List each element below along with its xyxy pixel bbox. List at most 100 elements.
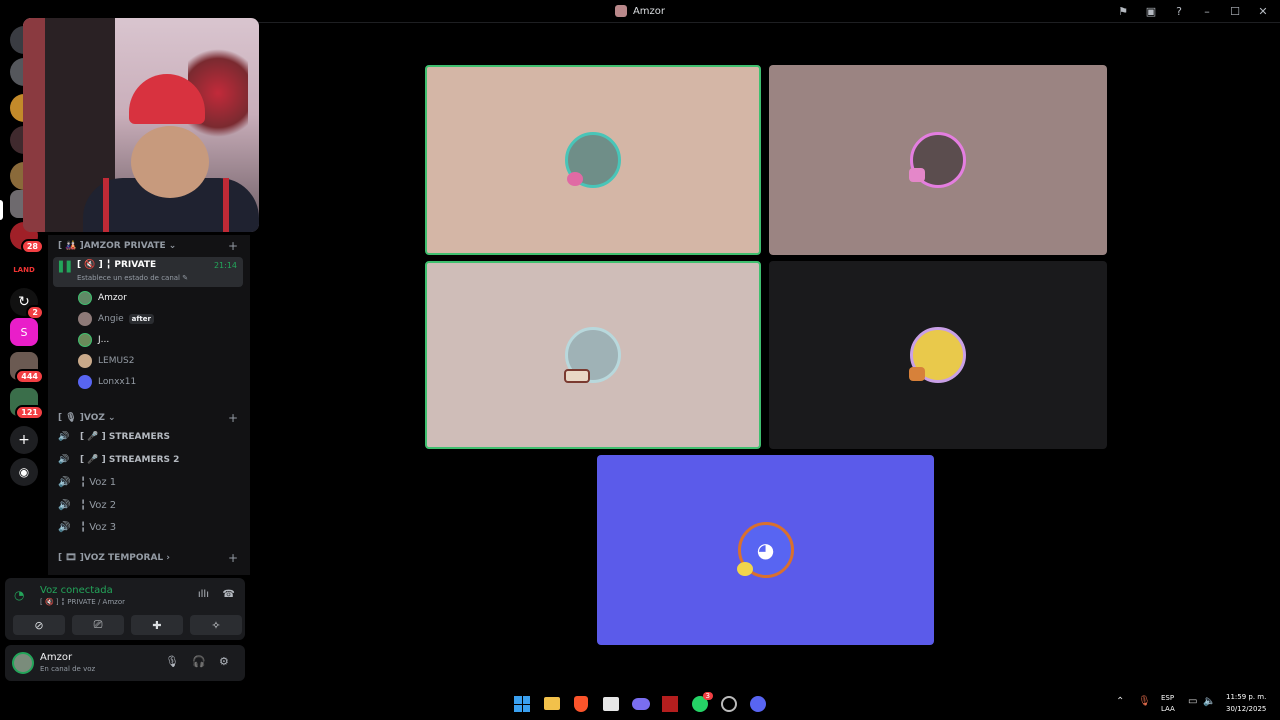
- speaker-icon: 🔊: [58, 476, 71, 488]
- server-icon-land[interactable]: LAND: [10, 256, 38, 284]
- avatar-decoration: [567, 172, 583, 186]
- app-icon[interactable]: [662, 696, 678, 712]
- avatar-decoration: [737, 562, 753, 576]
- avatar: [78, 291, 92, 305]
- soundboard-button[interactable]: ✧: [190, 615, 242, 635]
- voice-channel-streamers-2[interactable]: 🔊 [ 🎤 ] STREAMERS 2: [58, 451, 179, 469]
- channel-name: [ 🎤 ] STREAMERS 2: [80, 455, 180, 465]
- mention-badge: 121: [15, 405, 44, 420]
- inbox-icon[interactable]: ▣: [1144, 5, 1158, 18]
- voice-member[interactable]: Lonxx11: [78, 373, 136, 391]
- settings-gear-icon[interactable]: ⚙: [219, 655, 229, 668]
- volume-icon[interactable]: 🔈: [1203, 696, 1215, 707]
- header-divider: [250, 22, 1280, 23]
- voice-member[interactable]: J...: [78, 331, 109, 349]
- app-icon[interactable]: [721, 696, 737, 712]
- clock-time[interactable]: 11:59 p. m.: [1226, 693, 1266, 701]
- brave-browser-icon[interactable]: [574, 696, 588, 712]
- server-folder[interactable]: 121: [10, 388, 44, 420]
- windows-start-icon[interactable]: [514, 696, 530, 712]
- cam-stripe: [103, 178, 109, 232]
- speaker-icon: 🔊: [58, 499, 71, 511]
- participant-tile[interactable]: ◕: [597, 455, 934, 645]
- add-channel-icon[interactable]: +: [228, 551, 238, 565]
- participant-tile[interactable]: [769, 65, 1107, 255]
- user-panel: Amzor En canal de voz 🎙 🎧 ⚙: [5, 645, 245, 681]
- voice-channel-voz-3[interactable]: 🔊 ╏ Voz 3: [58, 518, 116, 536]
- flag-icon[interactable]: ⚑: [1116, 5, 1130, 18]
- voice-channel-voz-1[interactable]: 🔊 ╏ Voz 1: [58, 473, 116, 491]
- notification-badge: 3: [702, 692, 713, 700]
- category-private[interactable]: [ 🎎 ]AMZOR PRIVATE ⌄ +: [58, 238, 244, 254]
- avatar-decoration: [564, 369, 590, 383]
- member-name: Angie: [98, 314, 124, 324]
- member-name: Lonxx11: [98, 377, 137, 387]
- channel-private-active[interactable]: ▌▌ [ 🔇 ] ╏ PRIVATE 21:14 Establece un es…: [53, 257, 243, 287]
- category-label: [ 🎙 ]VOZ ⌄: [58, 413, 116, 423]
- voice-member[interactable]: Amzor: [78, 289, 127, 307]
- voice-status-channel[interactable]: [ 🔇 ] ╏ PRIVATE / Amzor: [40, 598, 125, 606]
- add-channel-icon[interactable]: +: [228, 239, 238, 253]
- add-channel-icon[interactable]: +: [228, 411, 238, 425]
- participant-tile[interactable]: [425, 65, 761, 255]
- help-icon[interactable]: ?: [1172, 5, 1186, 18]
- server-icon-s[interactable]: S: [10, 318, 38, 346]
- server-icon[interactable]: ↻ 2: [10, 288, 44, 320]
- camera-off-icon: ⊘: [34, 618, 44, 632]
- webcam-preview[interactable]: [23, 18, 259, 232]
- channel-name: ╏ Voz 3: [80, 521, 117, 533]
- voice-member[interactable]: LEMUS2: [78, 352, 135, 370]
- add-server-icon[interactable]: +: [10, 426, 38, 454]
- file-explorer-icon[interactable]: [544, 697, 560, 710]
- mention-badge: 444: [15, 369, 44, 384]
- discord-taskbar-icon[interactable]: [750, 696, 766, 712]
- voice-member[interactable]: Angie after: [78, 310, 154, 328]
- gaming-app-icon[interactable]: [632, 698, 650, 710]
- user-status: En canal de voz: [40, 665, 96, 673]
- network-icon[interactable]: ▭: [1188, 696, 1197, 707]
- disconnect-icon[interactable]: ☎: [223, 589, 235, 600]
- channel-status[interactable]: Establece un estado de canal ✎: [77, 274, 188, 282]
- activities-button[interactable]: ✚: [131, 615, 183, 635]
- voice-channel-voz-2[interactable]: 🔊 ╏ Voz 2: [58, 496, 116, 514]
- minimize-button[interactable]: –: [1200, 5, 1214, 18]
- channel-sidebar: [ 🎎 ]AMZOR PRIVATE ⌄ + ▌▌ [ 🔇 ] ╏ PRIVAT…: [48, 235, 250, 575]
- category-voz-temporal[interactable]: [ 🎞 ]VOZ TEMPORAL › +: [58, 550, 244, 566]
- clock-date[interactable]: 30/12/2025: [1226, 705, 1266, 713]
- avatar: [78, 354, 92, 368]
- maximize-button[interactable]: ☐: [1228, 5, 1242, 18]
- participant-tile[interactable]: [769, 261, 1107, 449]
- discover-icon[interactable]: ◉: [10, 458, 38, 486]
- discord-avatar-icon: [78, 375, 92, 389]
- cam-person-face: [131, 126, 209, 198]
- avatar: [78, 333, 92, 347]
- tray-chevron-icon[interactable]: ⌃: [1116, 696, 1124, 707]
- channel-name: ╏ Voz 1: [80, 476, 117, 488]
- close-button[interactable]: ✕: [1256, 5, 1270, 18]
- channel-name: ╏ Voz 2: [80, 499, 117, 511]
- user-name[interactable]: Amzor: [40, 652, 72, 663]
- window-title: Amzor: [632, 5, 666, 17]
- member-name: J...: [98, 335, 110, 345]
- camera-off-button[interactable]: ⊘: [13, 615, 65, 635]
- microphone-icon[interactable]: 🎙: [165, 655, 179, 668]
- keyboard-layout[interactable]: LAA: [1161, 705, 1175, 713]
- server-letter: S: [20, 325, 28, 339]
- server-folder[interactable]: 444: [10, 352, 44, 384]
- voice-active-icon: ▌▌: [59, 262, 75, 273]
- participant-tile[interactable]: [425, 261, 761, 449]
- share-screen-button[interactable]: ⎚: [72, 615, 124, 635]
- category-label: [ 🎎 ]AMZOR PRIVATE ⌄: [58, 241, 177, 251]
- category-voz[interactable]: [ 🎙 ]VOZ ⌄ +: [58, 410, 244, 426]
- voice-channel-streamers[interactable]: 🔊 [ 🎤 ] STREAMERS: [58, 428, 170, 446]
- whatsapp-icon[interactable]: 3: [692, 692, 713, 712]
- taskbar: 3 ⌃ 🎙 ESP LAA ▭ 🔈 11:59 p. m. 30/12/2025: [0, 688, 1280, 720]
- store-icon[interactable]: [603, 697, 619, 711]
- mic-in-use-icon[interactable]: 🎙: [1138, 696, 1151, 707]
- headphones-icon[interactable]: 🎧: [192, 655, 206, 668]
- user-avatar[interactable]: [12, 652, 34, 674]
- voice-status-title[interactable]: Voz conectada: [40, 585, 113, 596]
- input-language[interactable]: ESP: [1161, 694, 1174, 702]
- noise-suppression-icon[interactable]: ıllı: [198, 589, 209, 600]
- selected-server-indicator: [0, 200, 3, 220]
